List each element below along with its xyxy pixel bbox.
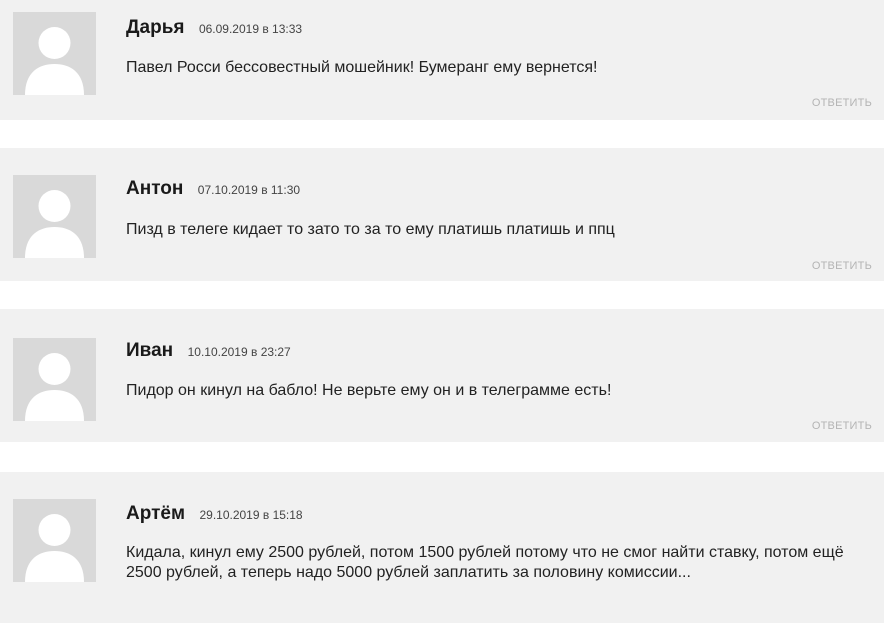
comment-date: 07.10.2019 в 11:30 <box>197 183 301 197</box>
avatar <box>13 12 96 95</box>
comments-list: Дарья 06.09.2019 в 13:33 Павел Росси бес… <box>0 0 884 623</box>
comment-item: Дарья 06.09.2019 в 13:33 Павел Росси бес… <box>0 0 884 120</box>
user-silhouette-icon <box>25 514 84 582</box>
comment-text: Пидор он кинул на бабло! Не верьте ему о… <box>126 382 612 399</box>
reply-link[interactable]: ОТВЕТИТЬ <box>812 420 872 432</box>
comment-author: Антон <box>126 178 184 199</box>
comment-item: Иван 10.10.2019 в 23:27 Пидор он кинул н… <box>0 309 884 442</box>
comment-header: Антон 07.10.2019 в 11:30 <box>126 178 300 200</box>
comment-text: Кидала, кинул ему 2500 рублей, потом 150… <box>126 544 844 581</box>
comment-date: 10.10.2019 в 23:27 <box>187 345 291 359</box>
comment-header: Дарья 06.09.2019 в 13:33 <box>126 17 302 39</box>
user-silhouette-icon <box>25 353 84 421</box>
avatar <box>13 499 96 582</box>
reply-link[interactable]: ОТВЕТИТЬ <box>812 260 872 272</box>
comment-author: Артём <box>126 503 186 524</box>
comment-text: Пизд в телеге кидает то зато то за то ем… <box>126 221 615 238</box>
comment-date: 06.09.2019 в 13:33 <box>198 22 303 36</box>
comment-item: Антон 07.10.2019 в 11:30 Пизд в телеге к… <box>0 148 884 281</box>
comment-author: Иван <box>126 340 174 361</box>
avatar <box>13 338 96 421</box>
comment-header: Артём 29.10.2019 в 15:18 <box>126 503 303 525</box>
comment-item: Артём 29.10.2019 в 15:18 Кидала, кинул е… <box>0 472 884 623</box>
comment-header: Иван 10.10.2019 в 23:27 <box>126 340 291 362</box>
reply-link[interactable]: ОТВЕТИТЬ <box>812 97 872 109</box>
user-silhouette-icon <box>25 190 84 258</box>
comment-date: 29.10.2019 в 15:18 <box>199 508 303 522</box>
avatar <box>13 175 96 258</box>
comment-author: Дарья <box>126 17 185 38</box>
comment-text: Павел Росси бессовестный мошейник! Бумер… <box>126 59 598 76</box>
user-silhouette-icon <box>25 27 84 95</box>
